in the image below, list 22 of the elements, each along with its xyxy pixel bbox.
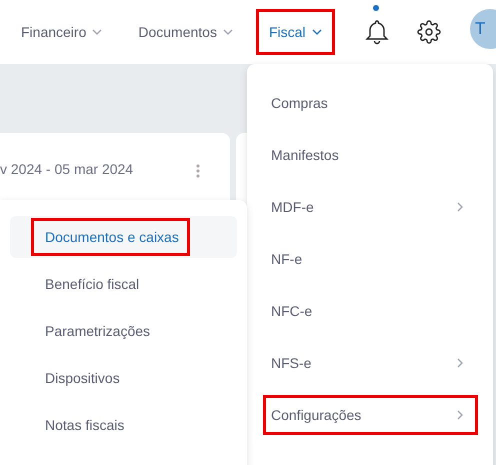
nav-menu-button[interactable]: Fiscal: [256, 9, 335, 55]
submenu-item[interactable]: Documentos e caixas: [10, 216, 237, 258]
menu-item[interactable]: MDF-e: [263, 187, 478, 227]
menu-item[interactable]: NFC-e: [263, 291, 478, 331]
submenu-item[interactable]: Dispositivos: [10, 357, 237, 399]
chevron-down-icon: [92, 29, 102, 35]
menu-item[interactable]: NFS-e: [263, 343, 478, 383]
submenu-item[interactable]: Benefício fiscal: [10, 263, 237, 305]
settings-button[interactable]: [416, 20, 441, 44]
menu-item[interactable]: Manifestos: [263, 135, 478, 175]
submenu-item[interactable]: Parametrizações: [10, 310, 237, 352]
nav-menu-button[interactable]: Financeiro: [8, 9, 116, 55]
menu-item[interactable]: NF-e: [263, 239, 478, 279]
chevron-down-icon: [312, 29, 322, 35]
nav-menu-button[interactable]: Documentos: [125, 9, 246, 55]
menu-item[interactable]: Configurações: [263, 395, 478, 435]
date-range-text: v 2024 - 05 mar 2024: [0, 161, 134, 177]
bell-icon: [364, 19, 389, 45]
menu-item[interactable]: Compras: [263, 83, 478, 123]
submenu-item[interactable]: Notas fiscais: [10, 404, 237, 446]
settings-icon: [416, 20, 441, 44]
chevron-down-icon: [222, 29, 233, 35]
